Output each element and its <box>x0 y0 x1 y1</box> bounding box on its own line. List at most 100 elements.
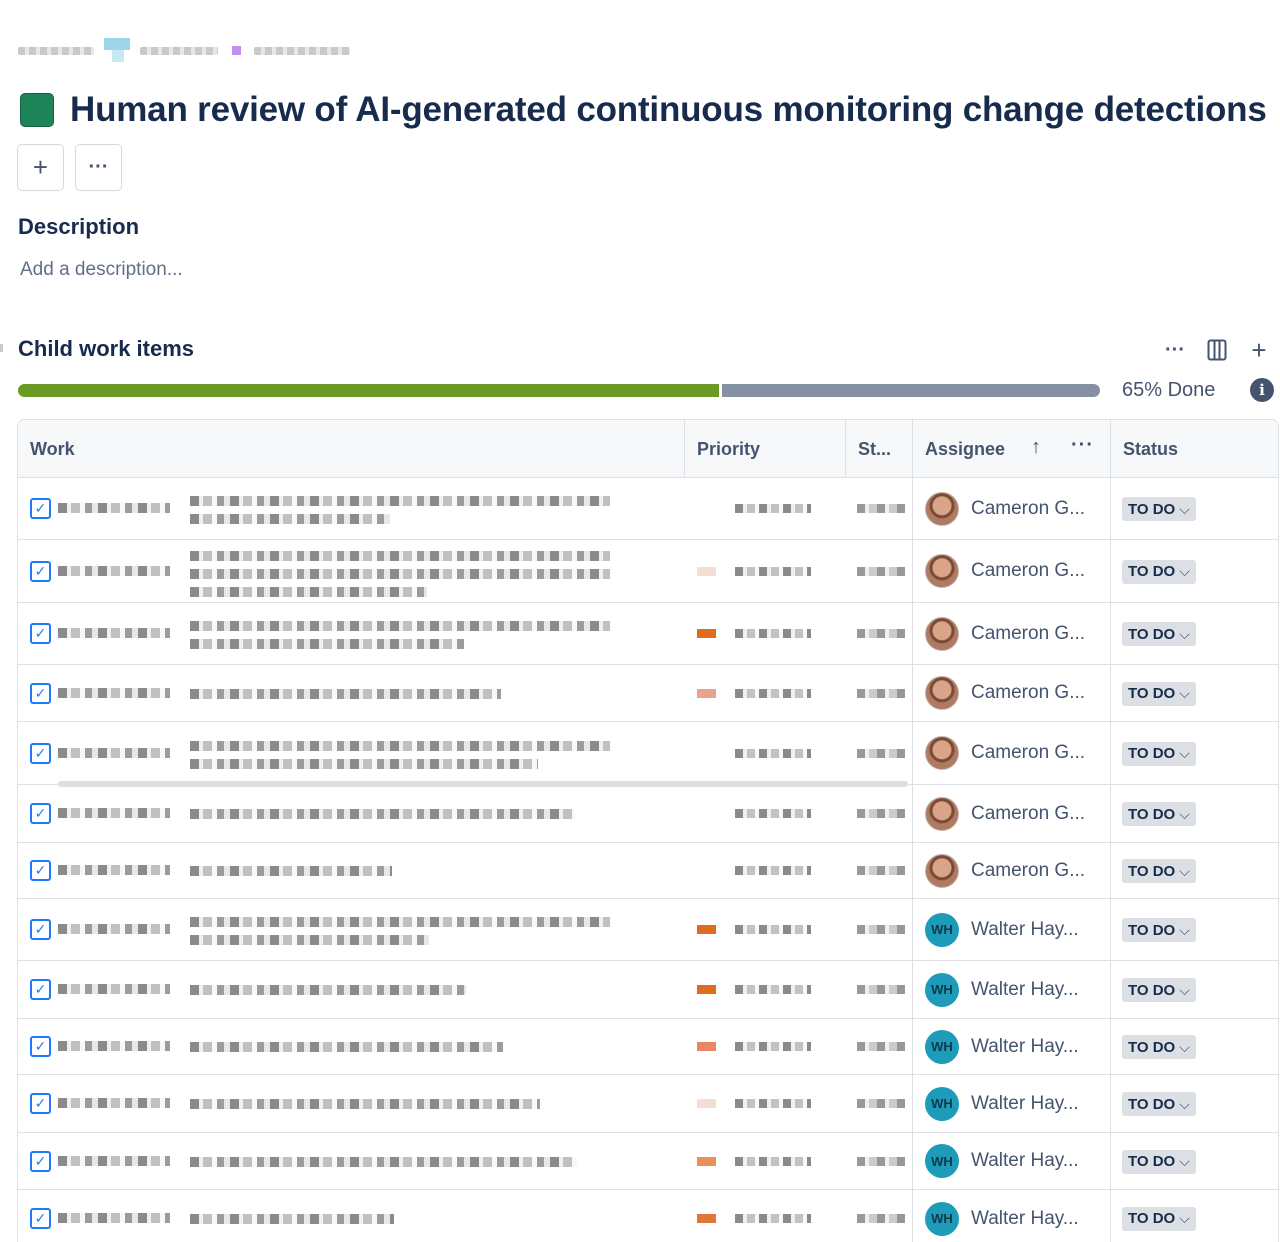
work-summary-redacted[interactable] <box>190 688 501 699</box>
work-summary-redacted[interactable] <box>190 586 427 597</box>
priority-cell[interactable] <box>685 899 846 960</box>
work-summary-redacted[interactable] <box>190 1156 577 1167</box>
status-dropdown[interactable]: TO DO ⌵ <box>1122 859 1196 883</box>
status-dropdown[interactable]: TO DO ⌵ <box>1122 918 1196 942</box>
work-summary-redacted[interactable] <box>190 621 610 631</box>
add-button[interactable]: + <box>17 144 64 191</box>
work-key-redacted[interactable] <box>58 503 170 513</box>
work-cell[interactable]: ✓ <box>18 785 685 842</box>
work-key-redacted[interactable] <box>58 747 170 758</box>
work-cell[interactable]: ✓ <box>18 722 685 784</box>
work-summary-redacted[interactable] <box>190 568 610 579</box>
priority-cell[interactable] <box>685 478 846 539</box>
child-items-more-button[interactable]: ··· <box>1162 333 1188 367</box>
work-cell[interactable]: ✓ <box>18 961 685 1018</box>
column-header-priority[interactable]: Priority <box>685 420 846 478</box>
columns-button[interactable] <box>1204 333 1230 367</box>
table-row[interactable]: ✓ WH Walter Hay... TO DO ⌵ <box>18 899 1278 961</box>
table-row[interactable]: ✓ WH Walter Hay... TO DO ⌵ <box>18 1075 1278 1133</box>
status-dropdown[interactable]: TO DO ⌵ <box>1122 741 1196 766</box>
work-summary-redacted[interactable] <box>190 1042 503 1052</box>
st-cell[interactable] <box>846 961 913 1018</box>
status-dropdown[interactable]: TO DO ⌵ <box>1122 1035 1196 1059</box>
work-summary-redacted[interactable] <box>190 550 610 561</box>
status-dropdown[interactable]: TO DO ⌵ <box>1122 1149 1196 1174</box>
work-key-redacted[interactable] <box>58 1155 170 1166</box>
priority-cell[interactable] <box>685 785 846 842</box>
assignee-cell[interactable]: WH Walter Hay... <box>913 1133 1111 1189</box>
table-row[interactable]: ✓ Cameron G... TO DO ⌵ <box>18 478 1278 540</box>
column-header-st[interactable]: St... <box>846 420 913 478</box>
work-key-redacted[interactable] <box>58 1212 170 1223</box>
assignee-cell[interactable]: Cameron G... <box>913 722 1111 784</box>
column-header-work[interactable]: Work <box>18 420 685 478</box>
status-dropdown[interactable]: TO DO ⌵ <box>1122 1206 1196 1231</box>
table-row[interactable]: ✓ Cameron G... TO DO ⌵ <box>18 540 1278 603</box>
sort-up-icon[interactable]: ↑ <box>1031 436 1041 459</box>
st-cell[interactable] <box>846 603 913 664</box>
table-row[interactable]: ✓ Cameron G... TO DO ⌵ <box>18 665 1278 722</box>
priority-cell[interactable] <box>685 961 846 1018</box>
assignee-cell[interactable]: Cameron G... <box>913 478 1111 539</box>
work-cell[interactable]: ✓ <box>18 1190 685 1242</box>
priority-cell[interactable] <box>685 1075 846 1132</box>
assignee-cell[interactable]: WH Walter Hay... <box>913 1190 1111 1242</box>
more-actions-button[interactable]: ··· <box>75 144 122 191</box>
work-cell[interactable]: ✓ <box>18 1133 685 1189</box>
work-cell[interactable]: ✓ <box>18 1019 685 1074</box>
work-cell[interactable]: ✓ <box>18 899 685 960</box>
page-title[interactable]: Human review of AI-generated continuous … <box>70 90 1267 130</box>
assignee-cell[interactable]: WH Walter Hay... <box>913 1075 1111 1132</box>
work-key-redacted[interactable] <box>58 1098 170 1108</box>
work-summary-redacted[interactable] <box>190 917 610 927</box>
st-cell[interactable] <box>846 843 913 898</box>
table-row[interactable]: ✓ WH Walter Hay... TO DO ⌵ <box>18 1133 1278 1190</box>
priority-cell[interactable] <box>685 722 846 784</box>
status-dropdown[interactable]: TO DO ⌵ <box>1122 681 1196 706</box>
work-cell[interactable]: ✓ <box>18 478 685 539</box>
assignee-cell[interactable]: WH Walter Hay... <box>913 1019 1111 1074</box>
work-summary-redacted[interactable] <box>190 935 429 945</box>
table-row[interactable]: ✓ WH Walter Hay... TO DO ⌵ <box>18 1190 1278 1242</box>
work-key-redacted[interactable] <box>58 865 170 875</box>
table-row[interactable]: ✓ Cameron G... TO DO ⌵ <box>18 843 1278 899</box>
status-dropdown[interactable]: TO DO ⌵ <box>1122 622 1196 646</box>
status-dropdown[interactable]: TO DO ⌵ <box>1122 497 1196 521</box>
work-cell[interactable]: ✓ <box>18 1075 685 1132</box>
work-summary-redacted[interactable] <box>190 496 610 506</box>
work-key-redacted[interactable] <box>58 687 170 698</box>
st-cell[interactable] <box>846 540 913 602</box>
work-key-redacted[interactable] <box>58 924 170 934</box>
priority-cell[interactable] <box>685 540 846 602</box>
table-row[interactable]: ✓ Cameron G... TO DO ⌵ <box>18 603 1278 665</box>
table-row[interactable]: ✓ WH Walter Hay... TO DO ⌵ <box>18 1019 1278 1075</box>
breadcrumb-item-blurred[interactable] <box>18 47 94 55</box>
column-header-assignee[interactable]: Assignee ↑ ··· <box>913 420 1111 478</box>
work-key-redacted[interactable] <box>58 808 170 818</box>
work-summary-redacted[interactable] <box>190 1213 394 1224</box>
work-summary-redacted[interactable] <box>190 809 575 819</box>
horizontal-scrollbar[interactable] <box>58 781 908 787</box>
work-cell[interactable]: ✓ <box>18 665 685 721</box>
st-cell[interactable] <box>846 1190 913 1242</box>
assignee-cell[interactable]: Cameron G... <box>913 665 1111 721</box>
work-key-redacted[interactable] <box>58 628 170 638</box>
priority-cell[interactable] <box>685 1133 846 1189</box>
assignee-cell[interactable]: WH Walter Hay... <box>913 899 1111 960</box>
column-header-status[interactable]: Status <box>1111 420 1278 478</box>
st-cell[interactable] <box>846 1019 913 1074</box>
info-icon[interactable]: i <box>1250 378 1274 402</box>
table-row[interactable]: ✓ WH Walter Hay... TO DO ⌵ <box>18 961 1278 1019</box>
more-icon[interactable]: ··· <box>1071 434 1094 457</box>
priority-cell[interactable] <box>685 1019 846 1074</box>
priority-cell[interactable] <box>685 603 846 664</box>
work-summary-redacted[interactable] <box>190 985 466 995</box>
assignee-cell[interactable]: Cameron G... <box>913 540 1111 602</box>
assignee-cell[interactable]: Cameron G... <box>913 785 1111 842</box>
st-cell[interactable] <box>846 1075 913 1132</box>
status-dropdown[interactable]: TO DO ⌵ <box>1122 978 1196 1002</box>
work-summary-redacted[interactable] <box>190 758 538 769</box>
add-child-button[interactable]: + <box>1246 333 1272 367</box>
st-cell[interactable] <box>846 665 913 721</box>
work-summary-redacted[interactable] <box>190 1099 540 1109</box>
